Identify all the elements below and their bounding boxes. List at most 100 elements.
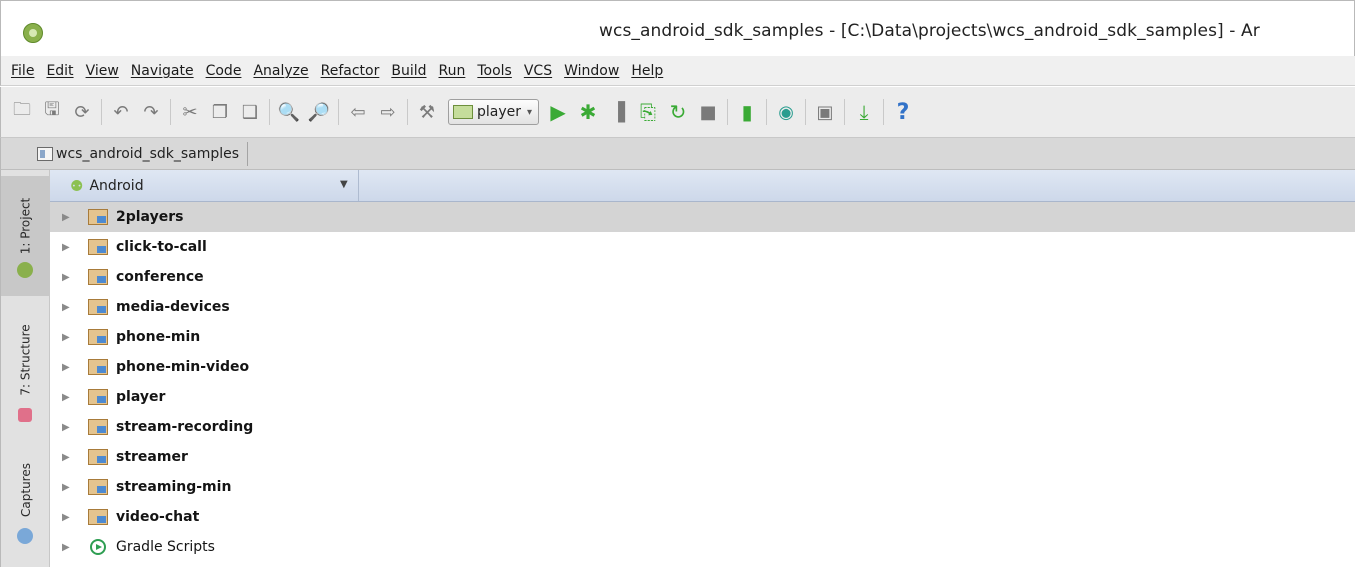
tree-item-module[interactable]: ▶ phone-min-video — [50, 352, 1355, 382]
menu-run[interactable]: Run — [433, 63, 472, 79]
tree-item-module[interactable]: ▶ streaming-min — [50, 472, 1355, 502]
project-panel-header: ⚉ Android ▼ — [50, 170, 1355, 202]
tool-tab-structure-label: 7: Structure — [18, 324, 33, 396]
tree-item-module[interactable]: ▶ 2players — [50, 202, 1355, 232]
tree-item-label: click-to-call — [116, 239, 207, 255]
replace-icon[interactable]: 🔎 — [306, 97, 332, 127]
expand-arrow-icon[interactable]: ▶ — [62, 512, 70, 523]
expand-arrow-icon[interactable]: ▶ — [62, 272, 70, 283]
sync-gradle-icon[interactable]: ◉ — [773, 97, 799, 127]
toolbar-separator — [338, 99, 339, 125]
sync-icon[interactable]: ⟳ — [69, 97, 95, 127]
android-icon — [17, 262, 33, 278]
open-folder-icon[interactable]: 🗀 — [9, 97, 35, 127]
module-folder-icon — [88, 239, 108, 255]
menu-tools[interactable]: Tools — [471, 63, 518, 79]
sdk-manager-icon[interactable]: ⤓ — [851, 97, 877, 127]
project-structure-icon[interactable]: ▣ — [812, 97, 838, 127]
expand-arrow-icon[interactable]: ▶ — [62, 362, 70, 373]
apply-changes-icon[interactable]: ↻ — [665, 97, 691, 127]
toolbar-separator — [766, 99, 768, 125]
expand-arrow-icon[interactable]: ▶ — [62, 212, 70, 223]
menu-code[interactable]: Code — [200, 63, 248, 79]
avd-manager-icon[interactable]: ▮ — [734, 97, 760, 127]
module-folder-icon — [88, 269, 108, 285]
android-icon: ⚉ — [70, 176, 84, 195]
tool-tab-project-label: 1: Project — [18, 197, 33, 255]
module-folder-icon — [88, 359, 108, 375]
debug-icon[interactable]: ✱ — [575, 97, 601, 127]
toolbar-separator — [407, 99, 408, 125]
menu-analyze[interactable]: Analyze — [247, 63, 314, 79]
expand-arrow-icon[interactable]: ▶ — [62, 542, 70, 553]
module-folder-icon — [88, 389, 108, 405]
forward-icon[interactable]: ⇨ — [375, 97, 401, 127]
toolbar-separator — [727, 99, 729, 125]
expand-arrow-icon[interactable]: ▶ — [62, 392, 70, 403]
find-icon[interactable]: 🔍 — [276, 97, 302, 127]
window-title: wcs_android_sdk_samples - [C:\Data\proje… — [599, 21, 1260, 41]
tree-item-module[interactable]: ▶ phone-min — [50, 322, 1355, 352]
run-configuration-dropdown[interactable]: player ▾ — [448, 99, 540, 125]
menu-vcs[interactable]: VCS — [518, 63, 558, 79]
cut-icon[interactable]: ✂ — [177, 97, 203, 127]
tree-item-module[interactable]: ▶ streamer — [50, 442, 1355, 472]
expand-arrow-icon[interactable]: ▶ — [62, 422, 70, 433]
run-icon[interactable]: ▶ — [545, 97, 571, 127]
menu-edit[interactable]: Edit — [40, 63, 79, 79]
paste-icon[interactable]: ❑ — [237, 97, 263, 127]
expand-arrow-icon[interactable]: ▶ — [62, 332, 70, 343]
attach-debugger-icon[interactable]: ⎘ — [635, 97, 661, 127]
menu-build[interactable]: Build — [385, 63, 432, 79]
captures-icon — [17, 528, 33, 544]
tree-item-label: phone-min-video — [116, 359, 250, 375]
tree-item-gradle-scripts[interactable]: ▶ Gradle Scripts — [50, 532, 1355, 562]
tree-item-module[interactable]: ▶ conference — [50, 262, 1355, 292]
module-folder-icon — [88, 209, 108, 225]
android-studio-icon[interactable] — [23, 23, 43, 43]
project-view-selector[interactable]: ⚉ Android ▼ — [50, 170, 359, 201]
save-icon[interactable]: 🖫 — [39, 97, 65, 127]
redo-icon[interactable]: ↷ — [138, 97, 164, 127]
expand-arrow-icon[interactable]: ▶ — [62, 302, 70, 313]
tree-item-module[interactable]: ▶ click-to-call — [50, 232, 1355, 262]
tree-item-label: phone-min — [116, 329, 201, 345]
make-project-icon[interactable]: ⚒ — [414, 97, 440, 127]
stop-icon[interactable]: ■ — [695, 97, 721, 127]
tool-tab-structure[interactable]: 7: Structure — [1, 310, 50, 430]
tree-item-module[interactable]: ▶ stream-recording — [50, 412, 1355, 442]
tree-item-label: stream-recording — [116, 419, 254, 435]
main-toolbar: 🗀 🖫 ⟳ ↶ ↷ ✂ ❐ ❑ 🔍 🔎 ⇦ ⇨ ⚒ player ▾ ▶ ✱ ▐… — [0, 87, 1355, 138]
back-icon[interactable]: ⇦ — [345, 97, 371, 127]
expand-arrow-icon[interactable]: ▶ — [62, 482, 70, 493]
toolbar-separator — [883, 99, 885, 125]
tree-item-module[interactable]: ▶ video-chat — [50, 502, 1355, 532]
expand-arrow-icon[interactable]: ▶ — [62, 242, 70, 253]
toolbar-separator — [170, 99, 171, 125]
tree-item-module[interactable]: ▶ player — [50, 382, 1355, 412]
toolbar-separator — [269, 99, 270, 125]
tree-item-label: streamer — [116, 449, 188, 465]
expand-arrow-icon[interactable]: ▶ — [62, 452, 70, 463]
tree-item-label: player — [116, 389, 166, 405]
run-configuration-label: player — [477, 104, 522, 120]
menu-refactor[interactable]: Refactor — [315, 63, 386, 79]
copy-icon[interactable]: ❐ — [207, 97, 233, 127]
tree-item-module[interactable]: ▶ media-devices — [50, 292, 1355, 322]
menu-navigate[interactable]: Navigate — [125, 63, 200, 79]
tree-item-label: media-devices — [116, 299, 230, 315]
tree-item-label: streaming-min — [116, 479, 232, 495]
tool-tab-captures[interactable]: Captures — [1, 450, 50, 554]
chevron-down-icon: ▼ — [340, 179, 348, 190]
undo-icon[interactable]: ↶ — [108, 97, 134, 127]
tool-tab-project[interactable]: 1: Project — [1, 176, 50, 296]
toolbar-separator — [101, 99, 102, 125]
profile-icon[interactable]: ▐ — [605, 97, 631, 127]
left-tool-window-strip: 1: Project 7: Structure Captures — [0, 170, 50, 567]
help-icon[interactable]: ? — [890, 97, 916, 127]
menu-file[interactable]: File — [5, 63, 40, 79]
menu-window[interactable]: Window — [558, 63, 625, 79]
menu-help[interactable]: Help — [625, 63, 669, 79]
breadcrumb-project[interactable]: wcs_android_sdk_samples — [56, 141, 249, 166]
menu-view[interactable]: View — [80, 63, 125, 79]
